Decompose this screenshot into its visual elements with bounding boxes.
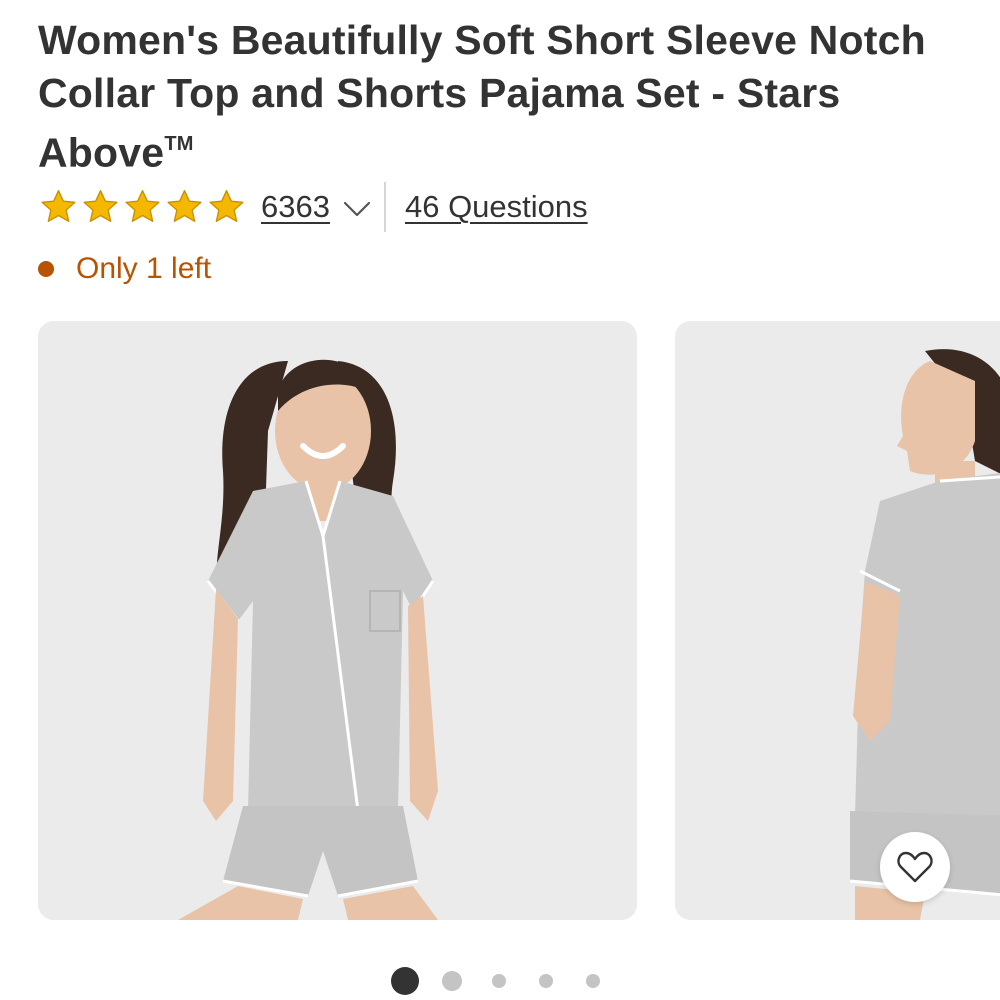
- carousel-pagination: [0, 966, 1000, 996]
- pagination-dot[interactable]: [586, 974, 600, 988]
- divider: [383, 182, 386, 232]
- stock-status-dot: [38, 261, 54, 277]
- star-icon: [167, 190, 202, 222]
- favorite-button[interactable]: [880, 832, 950, 902]
- stock-status-text: Only 1 left: [76, 252, 212, 285]
- chevron-down-icon[interactable]: [342, 199, 372, 219]
- pagination-dot[interactable]: [492, 974, 506, 988]
- star-icon: [209, 190, 244, 222]
- rating-row: 6363 46 Questions: [38, 182, 588, 232]
- pagination-dot[interactable]: [539, 974, 553, 988]
- questions-link[interactable]: 46 Questions: [405, 189, 588, 225]
- trademark-symbol: TM: [164, 133, 194, 155]
- pagination-dot[interactable]: [442, 971, 462, 991]
- heart-icon: [897, 851, 933, 883]
- product-title: Women's Beautifully Soft Short Sleeve No…: [38, 14, 958, 180]
- product-image-side[interactable]: [675, 321, 1000, 920]
- star-icon: [41, 190, 76, 222]
- pagination-dot-active[interactable]: [391, 967, 419, 995]
- stock-status: Only 1 left: [38, 252, 211, 286]
- rating-count-link[interactable]: 6363: [261, 189, 330, 225]
- star-icon: [125, 190, 160, 222]
- product-image-front[interactable]: [38, 321, 637, 920]
- product-photo-side: [675, 321, 1000, 920]
- star-rating[interactable]: [38, 187, 247, 227]
- product-photo-front: [38, 321, 637, 920]
- star-icon: [83, 190, 118, 222]
